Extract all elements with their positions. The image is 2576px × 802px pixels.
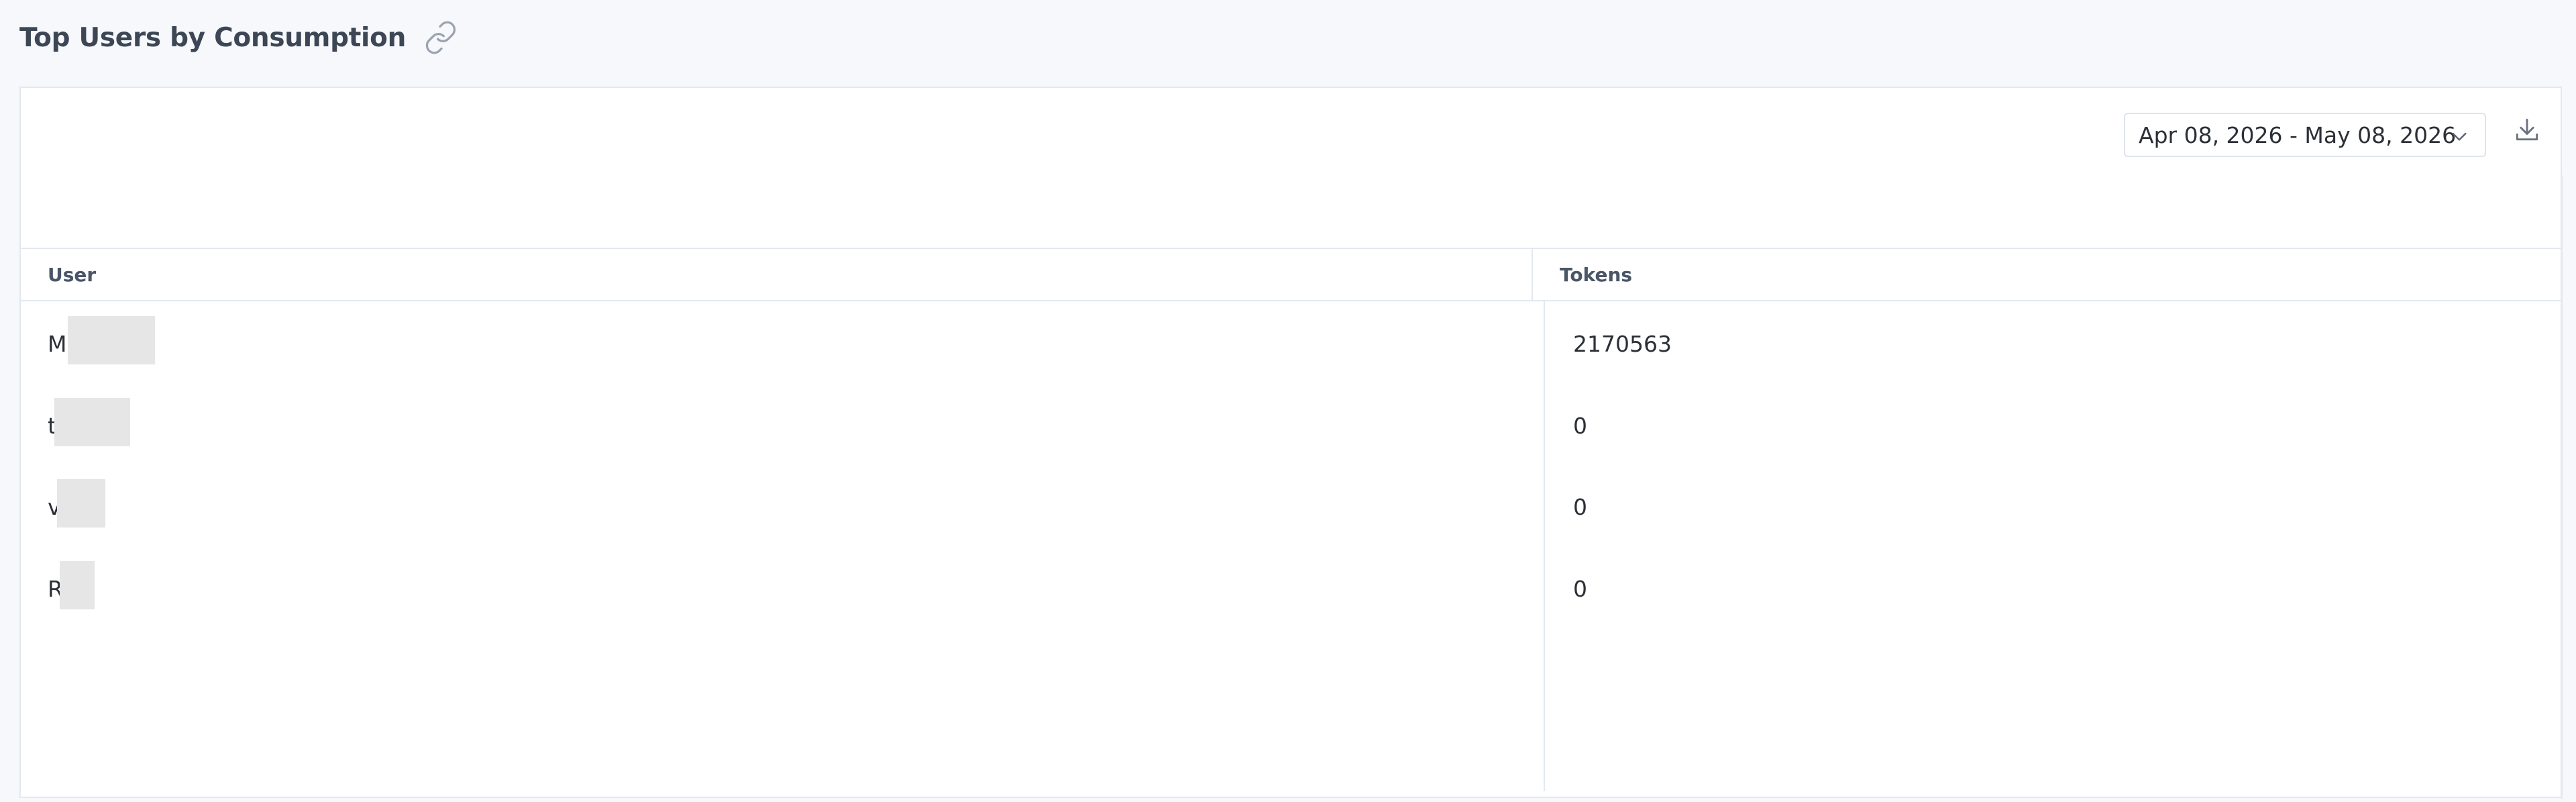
page-title: Top Users by Consumption xyxy=(19,22,407,53)
table-cell-tokens: 0 xyxy=(1573,494,1587,521)
download-button[interactable] xyxy=(2508,112,2546,150)
date-range-select[interactable]: Apr 08, 2026 - May 08, 2026 xyxy=(2124,113,2486,157)
consumption-panel: Apr 08, 2026 - May 08, 2026 User Tokens xyxy=(19,87,2563,799)
table-body: M d t i v a xyxy=(21,301,2562,791)
users-table: User Tokens M d t i xyxy=(21,248,2562,791)
column-header-user[interactable]: User xyxy=(21,249,1533,300)
column-header-tokens[interactable]: Tokens xyxy=(1533,249,2562,300)
date-range-value: Apr 08, 2026 - May 08, 2026 xyxy=(2139,121,2457,148)
table-cell-tokens: 0 xyxy=(1573,575,1587,602)
user-column: M d t i v a xyxy=(21,301,1545,791)
table-cell-user: t i xyxy=(21,385,1544,467)
table-cell-user: R y xyxy=(21,548,1544,630)
table-header: User Tokens xyxy=(21,248,2562,301)
redaction-block xyxy=(68,316,155,365)
table-cell-user: v a xyxy=(21,466,1544,548)
chevron-down-icon xyxy=(2449,126,2470,147)
table-cell-user: M d xyxy=(21,303,1544,385)
redaction-block xyxy=(57,479,105,528)
download-icon xyxy=(2512,115,2542,148)
redaction-block xyxy=(60,560,95,609)
tokens-column: 2170563 0 0 0 xyxy=(1545,301,2562,791)
table-cell-tokens: 0 xyxy=(1573,412,1587,439)
panel-header: Top Users by Consumption xyxy=(19,17,460,58)
table-cell-tokens: 2170563 xyxy=(1573,331,1672,358)
redaction-block xyxy=(54,397,130,446)
link-icon[interactable] xyxy=(422,19,460,56)
panel-toolbar: Apr 08, 2026 - May 08, 2026 xyxy=(21,88,2561,249)
